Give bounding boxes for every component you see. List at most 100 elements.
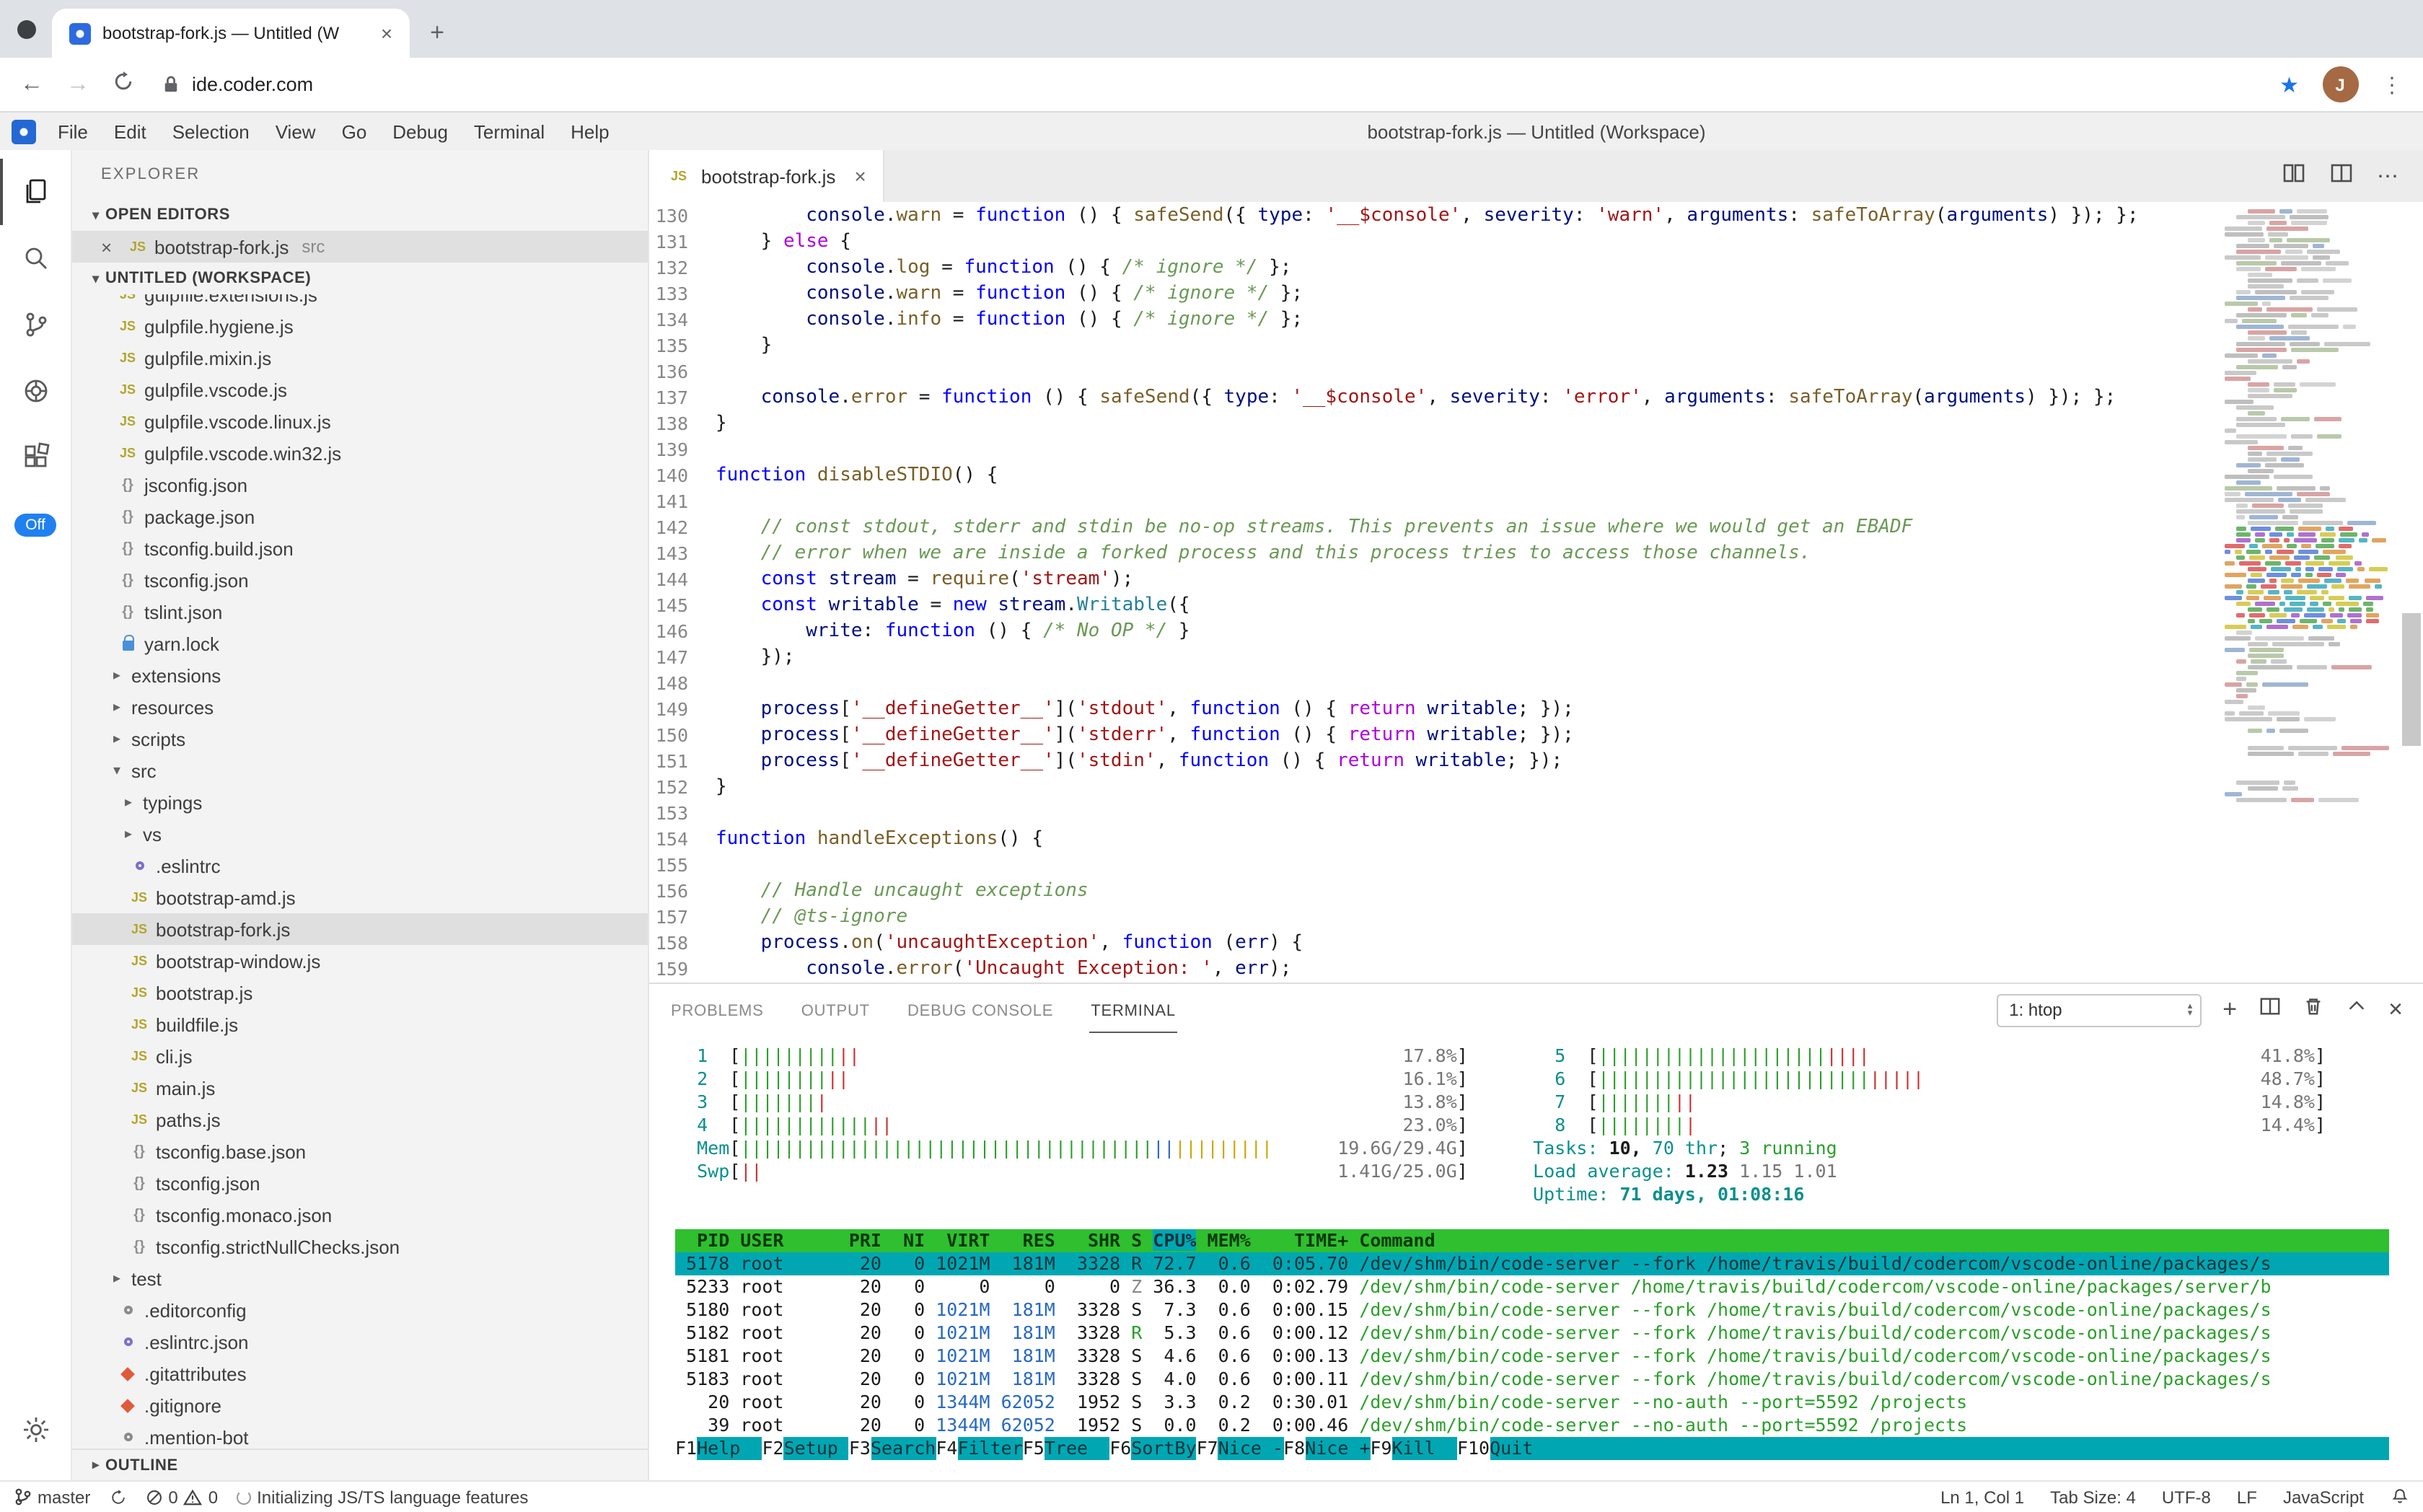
tree-item-.mention-bot[interactable]: .mention-bot (72, 1421, 648, 1449)
tree-item-.editorconfig[interactable]: .editorconfig (72, 1294, 648, 1326)
tree-item-typings[interactable]: ▸typings (72, 786, 648, 818)
code-editor[interactable]: 130 console.warn = function () { safeSen… (649, 202, 2423, 983)
address-bar[interactable]: ide.coder.com (157, 74, 2256, 95)
tree-item-tsconfig.json[interactable]: {}tsconfig.json (72, 1167, 648, 1199)
menu-go[interactable]: Go (329, 116, 380, 146)
menu-edit[interactable]: Edit (101, 116, 159, 146)
tree-item-.eslintrc[interactable]: .eslintrc (72, 850, 648, 882)
tree-item-gulpfile.vscode.js[interactable]: JSgulpfile.vscode.js (72, 374, 648, 405)
tree-item-.gitignore[interactable]: .gitignore (72, 1389, 648, 1421)
notifications-bell-icon[interactable] (2390, 1487, 2409, 1506)
indentation-status[interactable]: Tab Size: 4 (2050, 1487, 2136, 1507)
new-terminal-icon[interactable]: + (2222, 995, 2237, 1024)
tree-item-src[interactable]: ▾src (72, 755, 648, 786)
reload-icon[interactable] (113, 70, 134, 99)
tree-item-buildfile.js[interactable]: JSbuildfile.js (72, 1008, 648, 1040)
tree-item-bootstrap.js[interactable]: JSbootstrap.js (72, 977, 648, 1008)
settings-gear-icon[interactable] (0, 1397, 71, 1463)
close-panel-icon[interactable]: × (2388, 995, 2403, 1024)
tree-item-gulpfile.vscode.win32.js[interactable]: JSgulpfile.vscode.win32.js (72, 437, 648, 469)
browser-menu-icon[interactable]: ⋮ (2381, 71, 2403, 97)
terminal-output[interactable]: 1 [||||||||||| 17.8%] 5 [|||||||||||||||… (649, 1036, 2423, 1480)
tree-item-vs[interactable]: ▸vs (72, 818, 648, 850)
tree-item-tsconfig.base.json[interactable]: {}tsconfig.base.json (72, 1135, 648, 1167)
tree-item-tsconfig.build.json[interactable]: {}tsconfig.build.json (72, 532, 648, 564)
more-actions-icon[interactable]: ⋯ (2377, 163, 2400, 189)
minimap[interactable] (2220, 202, 2398, 983)
tree-item-main.js[interactable]: JSmain.js (72, 1072, 648, 1104)
back-icon[interactable]: ← (20, 71, 43, 97)
tree-item-paths.js[interactable]: JSpaths.js (72, 1104, 648, 1135)
menu-view[interactable]: View (263, 116, 329, 146)
tree-item-.eslintrc.json[interactable]: .eslintrc.json (72, 1326, 648, 1358)
split-editor-icon[interactable] (2282, 161, 2305, 191)
chevron-right-icon: ▸ (107, 667, 127, 683)
editor-tab-bootstrap-fork[interactable]: JS bootstrap-fork.js × (649, 150, 885, 202)
source-control-icon[interactable] (0, 291, 71, 358)
bookmark-star-icon[interactable]: ★ (2279, 71, 2299, 97)
file-tree[interactable]: JSgulpfile.extensions.jsJSgulpfile.hygie… (72, 294, 648, 1449)
editor-layout-icon[interactable] (2329, 161, 2352, 191)
tree-item-test[interactable]: ▸test (72, 1262, 648, 1294)
debug-icon[interactable] (0, 358, 71, 424)
language-features-status[interactable]: Initializing JS/TS language features (237, 1487, 528, 1507)
tree-item-bootstrap-window.js[interactable]: JSbootstrap-window.js (72, 945, 648, 977)
workspace-header[interactable]: ▾ UNTITLED (WORKSPACE) (72, 263, 648, 294)
explorer-icon[interactable] (0, 159, 71, 225)
tree-item-tslint.json[interactable]: {}tslint.json (72, 596, 648, 628)
outline-header[interactable]: ▸ OUTLINE (72, 1449, 648, 1480)
language-mode-status[interactable]: JavaScript (2283, 1487, 2364, 1507)
tree-item-tsconfig.monaco.json[interactable]: {}tsconfig.monaco.json (72, 1199, 648, 1231)
panel-tab-output[interactable]: OUTPUT (800, 988, 871, 1032)
encoding-status[interactable]: UTF-8 (2162, 1487, 2211, 1507)
panel-tab-debug-console[interactable]: DEBUG CONSOLE (906, 988, 1055, 1032)
git-branch-status[interactable]: master (14, 1487, 90, 1507)
tree-item-scripts[interactable]: ▸scripts (72, 723, 648, 755)
problems-status[interactable]: 0 0 (145, 1487, 218, 1507)
window-control-dot[interactable] (17, 20, 36, 39)
tree-item-package.json[interactable]: {}package.json (72, 501, 648, 532)
close-editor-icon[interactable]: × (101, 236, 126, 258)
sync-status[interactable] (109, 1488, 126, 1506)
tree-item-jsconfig.json[interactable]: {}jsconfig.json (72, 469, 648, 501)
scrollbar-thumb[interactable] (2401, 613, 2420, 746)
open-editors-header[interactable]: ▾ OPEN EDITORS (72, 199, 648, 231)
browser-tab-title: bootstrap-fork.js — Untitled (W (102, 23, 364, 43)
cursor-position-status[interactable]: Ln 1, Col 1 (1940, 1487, 2024, 1507)
split-terminal-icon[interactable] (2259, 995, 2280, 1024)
menu-file[interactable]: File (45, 116, 101, 146)
eol-status[interactable]: LF (2237, 1487, 2257, 1507)
profile-avatar[interactable]: J (2322, 66, 2358, 102)
tree-item-extensions[interactable]: ▸extensions (72, 659, 648, 691)
menu-help[interactable]: Help (558, 116, 623, 146)
tree-item-bootstrap-amd.js[interactable]: JSbootstrap-amd.js (72, 882, 648, 913)
kill-terminal-trash-icon[interactable] (2302, 995, 2323, 1024)
search-icon[interactable] (0, 225, 71, 291)
panel-tab-terminal[interactable]: TERMINAL (1089, 988, 1177, 1032)
tree-item-tsconfig.strictNullChecks.json[interactable]: {}tsconfig.strictNullChecks.json (72, 1231, 648, 1262)
tree-item-.gitattributes[interactable]: .gitattributes (72, 1358, 648, 1389)
menu-debug[interactable]: Debug (379, 116, 461, 146)
open-editor-item[interactable]: ×JSbootstrap-fork.jssrc (72, 231, 648, 263)
browser-tab[interactable]: bootstrap-fork.js — Untitled (W × (52, 9, 410, 58)
panel-tab-problems[interactable]: PROBLEMS (669, 988, 765, 1032)
tree-item-gulpfile.mixin.js[interactable]: JSgulpfile.mixin.js (72, 342, 648, 374)
terminal-select[interactable]: 1: htop ▴▾ (1996, 993, 2201, 1027)
maximize-panel-icon[interactable] (2345, 995, 2367, 1024)
tree-item-bootstrap-fork.js[interactable]: JSbootstrap-fork.js (72, 913, 648, 945)
tree-item-cli.js[interactable]: JScli.js (72, 1040, 648, 1072)
off-toggle-badge[interactable]: Off (14, 514, 57, 537)
tree-item-gulpfile.vscode.linux.js[interactable]: JSgulpfile.vscode.linux.js (72, 405, 648, 437)
tree-item-yarn.lock[interactable]: yarn.lock (72, 628, 648, 659)
tree-item-tsconfig.json[interactable]: {}tsconfig.json (72, 564, 648, 596)
editor-scrollbar[interactable] (2398, 202, 2423, 983)
tree-item-gulpfile.hygiene.js[interactable]: JSgulpfile.hygiene.js (72, 310, 648, 342)
editor-tab-close-icon[interactable]: × (854, 164, 866, 188)
menu-selection[interactable]: Selection (159, 116, 263, 146)
new-tab-button[interactable]: + (418, 14, 456, 52)
extensions-icon[interactable] (0, 424, 71, 491)
tree-item-resources[interactable]: ▸resources (72, 691, 648, 723)
tree-item-gulpfile.extensions.js[interactable]: JSgulpfile.extensions.js (72, 294, 648, 310)
tab-close-icon[interactable]: × (375, 22, 398, 45)
menu-terminal[interactable]: Terminal (461, 116, 558, 146)
